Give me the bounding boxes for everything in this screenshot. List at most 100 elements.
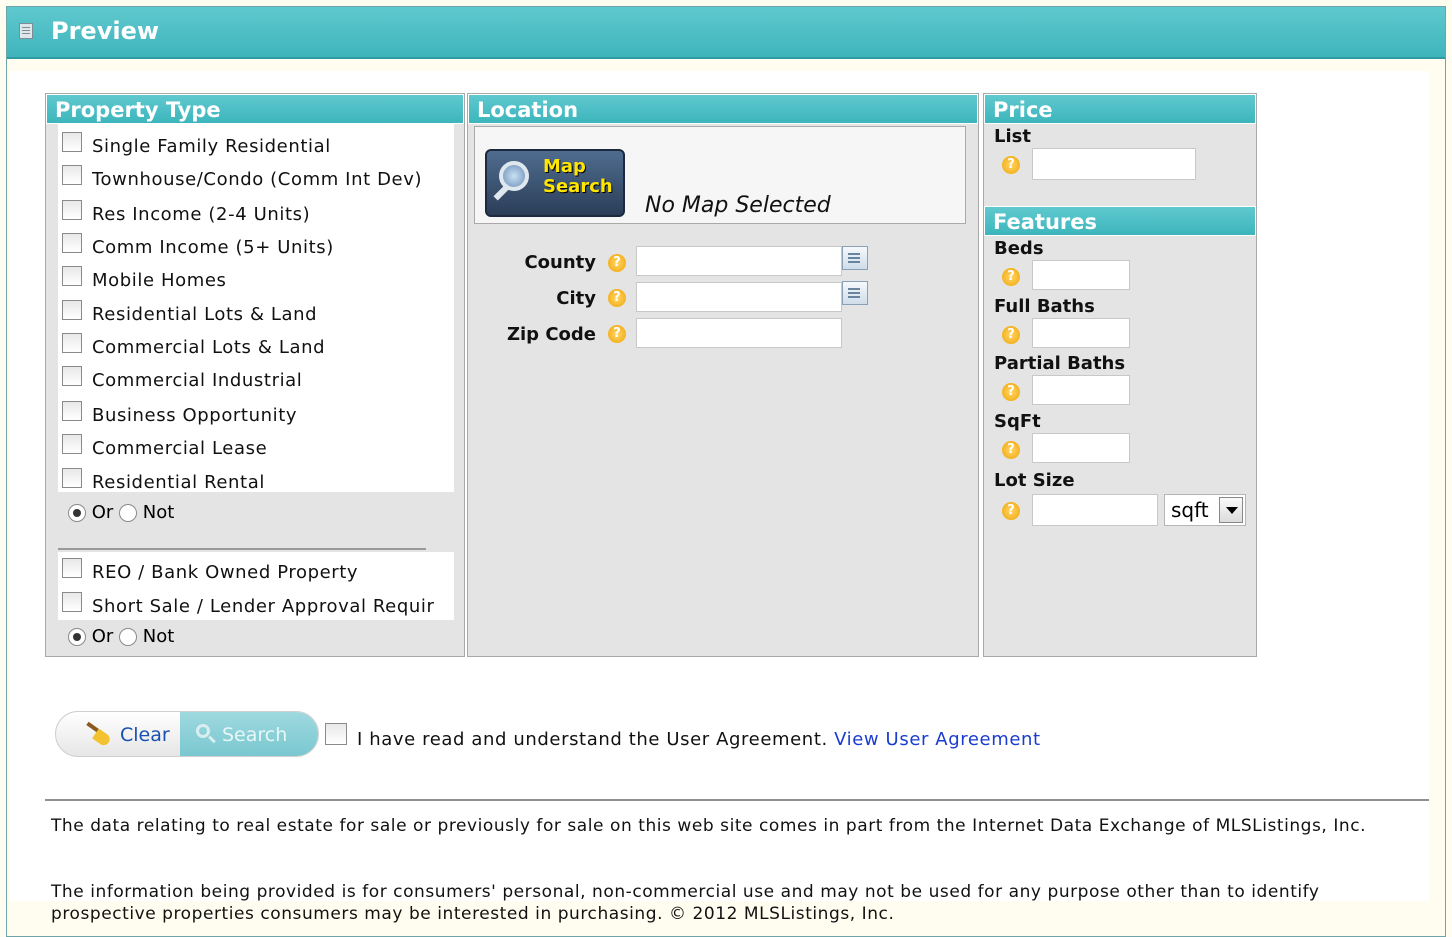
checkbox-label: Single Family Residential — [92, 136, 331, 157]
map-status: No Map Selected — [645, 193, 831, 218]
features-heading: Features — [984, 206, 1256, 236]
list-price-input[interactable] — [1032, 148, 1196, 180]
disclaimer-paragraph-1: The data relating to real estate for sal… — [51, 816, 1367, 836]
checkbox[interactable] — [62, 200, 82, 220]
property-type-list: Single Family Residential Townhouse/Cond… — [58, 124, 454, 493]
checkbox[interactable] — [62, 132, 82, 152]
checkbox[interactable] — [62, 333, 82, 353]
disclaimer-paragraph-2: The information being provided is for co… — [51, 882, 1320, 924]
checkbox-label: Short Sale / Lender Approval Requir — [92, 596, 435, 617]
help-icon[interactable]: ? — [608, 325, 626, 343]
checkbox[interactable] — [62, 165, 82, 185]
map-search-button[interactable]: Map Search — [485, 149, 625, 217]
not-radio[interactable] — [119, 504, 138, 522]
checkbox[interactable] — [62, 266, 82, 286]
checkbox-label: Business Opportunity — [92, 405, 298, 426]
checkbox-label: REO / Bank Owned Property — [92, 562, 359, 583]
lot-size-input[interactable] — [1032, 494, 1158, 526]
county-label: County — [524, 252, 596, 273]
lot-size-label: Lot Size — [994, 470, 1075, 491]
help-icon[interactable]: ? — [1002, 156, 1020, 174]
property-type-heading: Property Type — [46, 94, 464, 124]
checkbox-label: Commercial Lease — [92, 438, 268, 459]
property-type-logic-radio: Or Not — [68, 502, 174, 526]
search-form: Property Type Single Family Residential … — [9, 71, 1429, 924]
help-icon[interactable]: ? — [608, 289, 626, 307]
location-panel: Location Map Search No Map Selected Count… — [467, 93, 979, 657]
chevron-down-icon[interactable] — [1219, 497, 1243, 523]
city-label-row: City — [468, 282, 596, 314]
sqft-label: SqFt — [994, 411, 1041, 432]
help-icon[interactable]: ? — [1002, 383, 1020, 401]
checkbox[interactable] — [62, 592, 82, 612]
zip-input[interactable] — [636, 318, 842, 348]
list-price-label: List — [994, 126, 1031, 147]
checkbox-label: Mobile Homes — [92, 270, 227, 291]
lot-unit-select[interactable]: sqft — [1164, 494, 1246, 526]
price-features-panel: Price List ? Features Beds ? Full Baths … — [983, 93, 1257, 657]
beds-input[interactable] — [1032, 260, 1130, 290]
checkbox[interactable] — [62, 434, 82, 454]
full-baths-input[interactable] — [1032, 318, 1130, 348]
county-label-row: County — [468, 246, 596, 278]
search-button[interactable]: Search — [180, 712, 318, 756]
agreement-text: I have read and understand the User Agre… — [357, 729, 828, 750]
city-label: City — [556, 288, 596, 309]
checkbox[interactable] — [62, 366, 82, 386]
zip-label-row: Zip Code — [468, 318, 596, 350]
partial-baths-input[interactable] — [1032, 375, 1130, 405]
special-conditions-list: REO / Bank Owned Property Short Sale / L… — [58, 552, 454, 620]
checkbox[interactable] — [62, 401, 82, 421]
or-label: Or — [91, 626, 114, 647]
checkbox-label: Comm Income (5+ Units) — [92, 237, 334, 258]
help-icon[interactable]: ? — [1002, 502, 1020, 520]
checkbox[interactable] — [62, 558, 82, 578]
partial-baths-label: Partial Baths — [994, 353, 1126, 374]
map-box: Map Search No Map Selected — [474, 126, 966, 224]
lot-unit-value: sqft — [1171, 498, 1209, 522]
divider — [58, 548, 426, 550]
not-radio[interactable] — [119, 628, 138, 646]
checkbox-label: Res Income (2-4 Units) — [92, 204, 311, 225]
clear-label: Clear — [120, 724, 170, 746]
document-icon — [19, 23, 33, 39]
action-buttons: Clear Search — [55, 711, 319, 757]
county-input[interactable] — [636, 246, 842, 276]
agreement-checkbox[interactable] — [325, 723, 347, 745]
property-type-panel: Property Type Single Family Residential … — [45, 93, 465, 657]
preview-window: Preview Property Type Single Family Resi… — [6, 6, 1446, 937]
checkbox-label: Commercial Lots & Land — [92, 337, 326, 358]
checkbox[interactable] — [62, 468, 82, 488]
clear-button[interactable]: Clear — [56, 712, 180, 756]
or-label: Or — [91, 502, 114, 523]
or-radio[interactable] — [68, 628, 86, 646]
special-conditions-logic-radio: Or Not — [68, 626, 174, 650]
not-label: Not — [142, 626, 175, 647]
lookup-icon[interactable] — [842, 281, 868, 305]
footer-divider — [45, 799, 1429, 801]
full-baths-label: Full Baths — [994, 296, 1095, 317]
checkbox[interactable] — [62, 233, 82, 253]
title-bar: Preview — [7, 7, 1445, 59]
not-label: Not — [142, 502, 175, 523]
search-label: Search — [222, 724, 288, 746]
help-icon[interactable]: ? — [1002, 326, 1020, 344]
help-icon[interactable]: ? — [608, 254, 626, 272]
help-icon[interactable]: ? — [1002, 441, 1020, 459]
or-radio[interactable] — [68, 504, 86, 522]
view-agreement-link[interactable]: View User Agreement — [834, 729, 1041, 750]
checkbox-label: Residential Rental — [92, 472, 265, 493]
broom-icon — [86, 721, 112, 748]
checkbox-label: Commercial Industrial — [92, 370, 303, 391]
city-input[interactable] — [636, 282, 842, 312]
lookup-icon[interactable] — [842, 246, 868, 270]
checkbox[interactable] — [62, 300, 82, 320]
help-icon[interactable]: ? — [1002, 268, 1020, 286]
beds-label: Beds — [994, 238, 1044, 259]
zip-label: Zip Code — [506, 324, 596, 345]
map-button-line1: Map — [543, 156, 586, 177]
sqft-input[interactable] — [1032, 433, 1130, 463]
window-title: Preview — [51, 17, 160, 45]
checkbox-label: Townhouse/Condo (Comm Int Dev) — [92, 169, 423, 190]
price-heading: Price — [984, 94, 1256, 124]
